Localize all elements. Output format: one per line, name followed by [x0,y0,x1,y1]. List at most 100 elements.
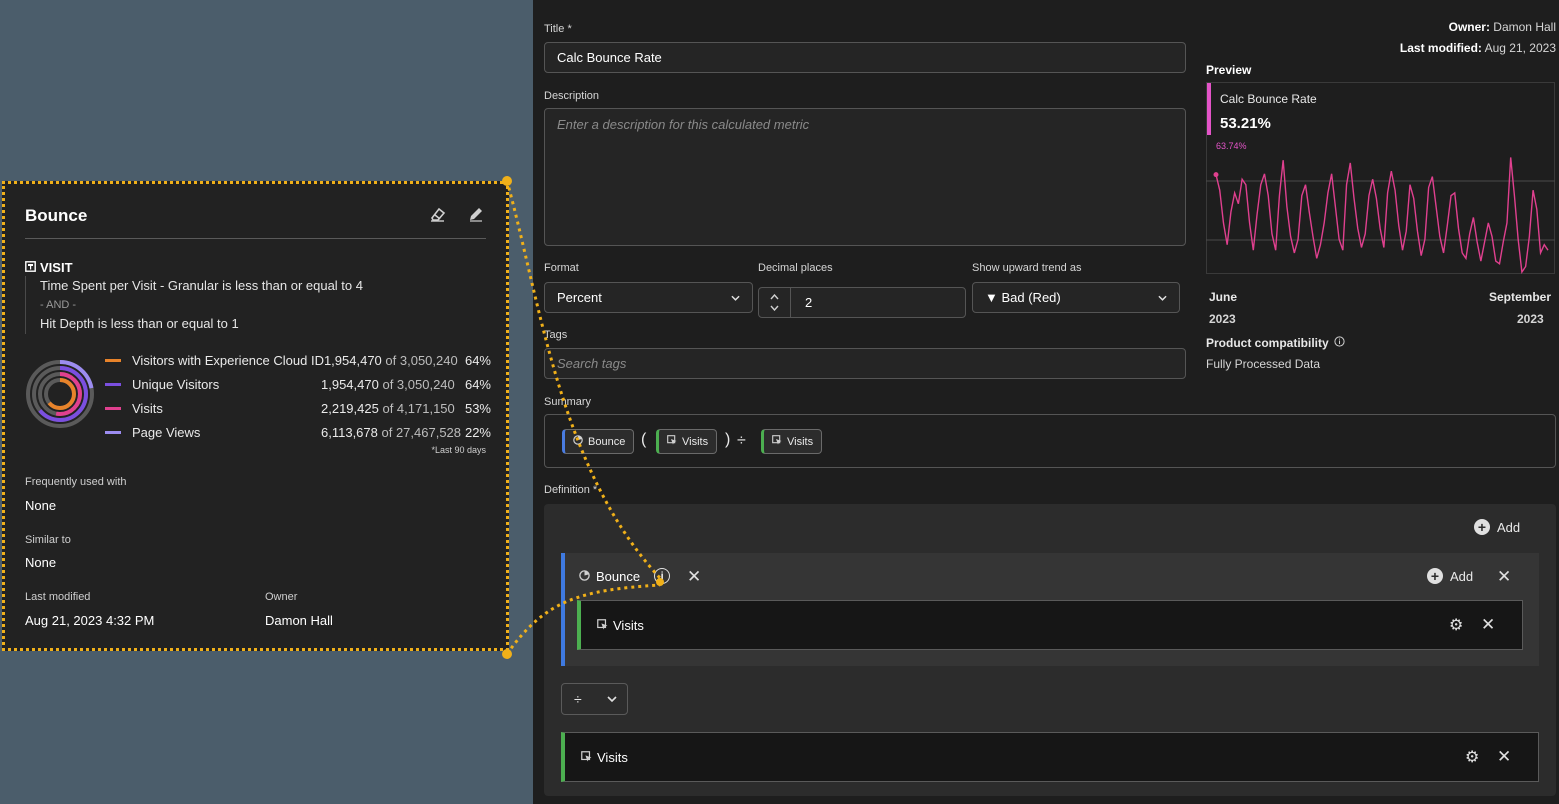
tags-label: Tags [544,329,568,341]
format-value: Percent [557,290,602,305]
stat-count: 1,954,470 [321,376,379,392]
modified-label: Last modified: [1399,41,1482,55]
container-add-button[interactable]: + Add [1427,568,1473,584]
owner-label: Owner [265,591,298,603]
audience-stats: Visitors with Experience Cloud ID 1,954,… [105,348,491,444]
stat-total: of 3,050,240 [385,352,458,368]
close-icon[interactable]: ✕ [1497,748,1511,765]
preview-start-year: 2023 [1209,312,1236,326]
edit-pencil-icon[interactable] [468,206,484,227]
metric-icon [772,435,782,448]
eraser-icon[interactable] [429,206,446,227]
stat-row: Visitors with Experience Cloud ID 1,954,… [105,348,491,372]
stat-label: Page Views [132,424,201,440]
stat-value: 2,219,425 of 4,171,150 [321,400,455,416]
metric-label: Visits [613,617,644,633]
summary-chip-metric[interactable]: Visits [761,429,823,454]
summary-chip-label: Bounce [588,435,626,448]
preview-series-line [1215,157,1549,274]
definition-canvas: + Add Bounce i ✕ + Add ✕ Visits ⚙ ✕ ÷ Vi… [544,504,1556,796]
segment-container-label: VISIT [40,260,73,275]
stat-value: 1,954,470 of 3,050,240 [321,376,455,392]
close-icon[interactable]: ✕ [687,568,701,585]
summary-chip-label: Visits [787,435,814,448]
metric-row[interactable]: Visits ⚙ ✕ [577,600,1523,650]
owner-label: Owner: [1448,20,1490,34]
add-label: Add [1450,568,1474,584]
stat-swatch [105,430,121,434]
summary-chip-segment[interactable]: Bounce [562,429,635,454]
decimal-places-stepper[interactable]: 2 [758,287,966,318]
plus-circle-icon: + [1427,568,1443,584]
audience-donut-chart [26,360,94,428]
metric-label: Visits [597,749,628,765]
modified-info: Last modified: Aug 21, 2023 [1400,41,1556,55]
operator-dropdown[interactable]: ÷ [561,683,628,715]
stat-total: of 3,050,240 [382,376,455,392]
visit-container-icon [25,260,36,275]
stat-percent: 22% [464,424,491,440]
segment-rule-2: Hit Depth is less than or equal to 1 [40,316,239,331]
description-label: Description [544,90,600,102]
product-compatibility-label: Product compatibility [1206,336,1329,350]
summary-open-paren: ( [641,431,647,448]
close-icon[interactable]: ✕ [1497,568,1511,585]
preview-end-year: 2023 [1517,312,1544,326]
preview-max-point [1213,172,1219,178]
stepper-buttons[interactable] [759,288,791,317]
stat-swatch [105,406,121,410]
summary-chip-metric[interactable]: Visits [656,429,718,454]
stats-footnote: *Last 90 days [431,445,486,455]
segment-info-popover: Bounce VISIT Time Spent per Visit - Gran… [2,181,509,651]
stat-label: Unique Visitors [132,376,220,392]
info-icon[interactable] [1334,336,1345,350]
info-icon[interactable]: i [654,568,671,584]
owner-value: Damon Hall [1493,20,1556,34]
decimal-places-value: 2 [805,295,813,310]
container-segment-label: Bounce [596,568,641,584]
similar-to-value: None [25,555,57,570]
format-dropdown[interactable]: Percent [544,282,753,313]
format-label: Format [544,262,579,274]
gear-icon[interactable]: ⚙ [1465,747,1479,767]
definition-add-button[interactable]: + Add [1474,519,1520,535]
close-icon[interactable]: ✕ [1481,616,1495,633]
stat-row: Visits 2,219,425 of 4,171,150 53% [105,396,491,420]
title-input[interactable]: Calc Bounce Rate [544,42,1186,73]
definition-label-text: Definition [544,484,590,496]
metric-name: Visits [581,750,628,765]
segment-rule-1: Time Spent per Visit - Granular is less … [40,278,363,293]
stat-row: Unique Visitors 1,954,470 of 3,050,240 6… [105,372,491,396]
trend-dropdown[interactable]: ▼ Bad (Red) [972,282,1180,313]
description-textarea[interactable]: Enter a description for this calculated … [544,108,1186,246]
tags-search-input[interactable]: Search tags [544,348,1186,379]
owner-info: Owner: Damon Hall [1449,20,1556,34]
preview-start-month: June [1209,290,1238,304]
metric-icon [581,750,592,765]
title-label: Title * [544,23,572,35]
stat-swatch [105,358,121,362]
segment-container[interactable]: Bounce i ✕ + Add ✕ Visits ⚙ ✕ [561,553,1539,666]
preview-chart-panel: Calc Bounce Rate 53.21% 63.74% [1206,82,1555,274]
definition-label: Definition * [544,484,597,496]
container-header: Bounce i [579,568,671,584]
stat-count: 6,113,678 [321,424,378,440]
stat-count: 2,219,425 [321,400,379,416]
popover-title: Bounce [25,206,88,225]
metric-row[interactable]: Visits ⚙ ✕ [561,732,1539,782]
segment-icon [573,435,583,448]
similar-to-label: Similar to [25,534,71,546]
summary-label: Summary [544,396,592,408]
chevron-down-icon [731,295,740,301]
stepper-down-icon[interactable] [770,304,779,313]
required-mark: * [592,484,598,496]
stepper-up-icon[interactable] [770,293,779,302]
segment-and-joiner: - AND - [40,299,77,311]
chevron-down-icon [1158,295,1167,301]
preview-title: Preview [1206,63,1252,77]
gear-icon[interactable]: ⚙ [1449,615,1463,635]
metric-icon [597,618,608,633]
operator-value: ÷ [574,691,582,707]
add-label: Add [1497,519,1521,535]
last-modified-value: Aug 21, 2023 4:32 PM [25,613,155,628]
